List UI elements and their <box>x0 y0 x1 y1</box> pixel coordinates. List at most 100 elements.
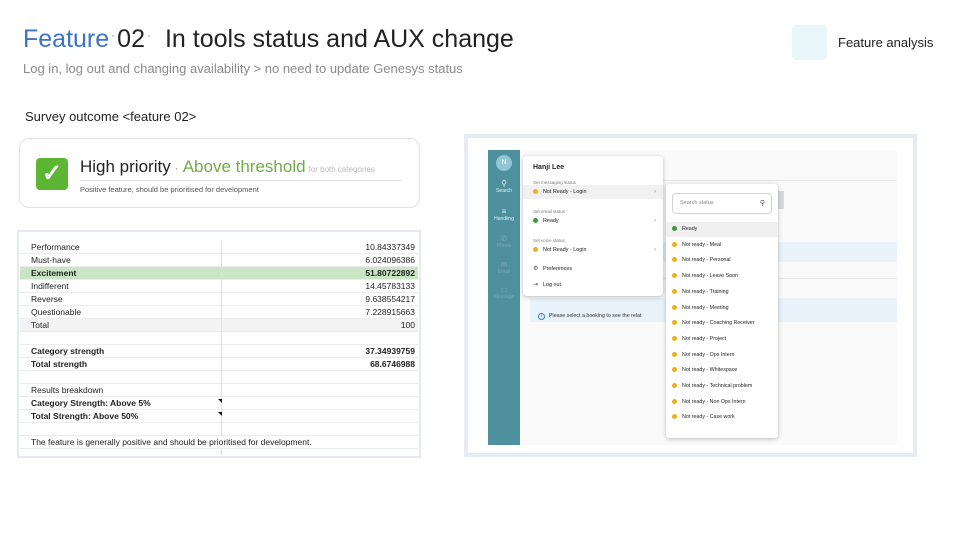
row-label <box>20 423 222 436</box>
status-option[interactable]: Not ready - Technical problem <box>666 379 778 394</box>
status-option-label: Not ready - Personal <box>682 257 731 264</box>
not-ready-dot-icon <box>672 320 677 326</box>
voice-status-item[interactable]: Not Ready - Login › <box>523 243 663 257</box>
user-status-menu: Hanji Lee Set messaging status Not Ready… <box>523 156 663 296</box>
row-label: Total Strength: Above 50% <box>20 410 222 423</box>
status-option-label: Not ready - Training <box>682 288 729 295</box>
cell-comment-marker-icon <box>218 399 222 403</box>
table-row: Reverse 9.638554217 <box>20 293 418 306</box>
page-subtitle: Log in, log out and changing availabilit… <box>23 61 463 76</box>
row-value: 100 <box>400 320 415 330</box>
status-search-placeholder: Search status <box>680 200 714 206</box>
priority-separator: · <box>174 161 179 175</box>
priority-status: Above threshold <box>182 157 306 176</box>
avatar[interactable]: N <box>496 155 512 171</box>
not-ready-dot-icon <box>672 273 677 279</box>
table-row: Performance 10.84337349 <box>20 241 418 254</box>
not-ready-dot-icon <box>672 304 677 310</box>
survey-heading: Survey outcome <feature 02> <box>25 109 197 124</box>
title-text: In tools status and AUX change <box>164 25 514 53</box>
not-ready-dot-icon <box>672 414 677 420</box>
email-status-item[interactable]: Ready › <box>523 214 663 228</box>
row-label: Questionable <box>20 306 222 319</box>
status-option[interactable]: Not ready - Meeting <box>666 301 778 316</box>
status-option-label: Ready <box>682 226 698 232</box>
row-label: Category strength <box>20 345 222 358</box>
table-row: Category Strength: Above 5% <box>20 397 418 410</box>
title-dot: · <box>111 28 116 42</box>
status-option[interactable]: Not ready - Meal <box>666 238 778 253</box>
rail-item-label: Handling <box>494 216 514 222</box>
table-row <box>20 332 418 345</box>
row-value <box>222 410 415 423</box>
rail-item-search[interactable]: ⚲ Search <box>488 179 520 194</box>
messaging-status-value: Not Ready - Login <box>543 189 587 195</box>
status-option-label: Not ready - Case work <box>682 414 735 421</box>
status-option[interactable]: Not ready - Leave Soon <box>666 269 778 284</box>
chevron-right-icon: › <box>654 189 656 195</box>
status-option[interactable]: Not ready - Project <box>666 332 778 347</box>
page-title: Feature · 02 · In tools status and AUX c… <box>23 25 514 54</box>
status-option-label: Not ready - Whitespace <box>682 367 738 374</box>
info-message: Please select a booking to see the relat <box>549 313 642 319</box>
check-mark-icon: ✓ <box>36 158 68 190</box>
ready-dot-icon <box>533 218 538 224</box>
status-option-label: Not ready - Ops Intern <box>682 351 735 358</box>
status-option[interactable]: Not ready - Coaching Receiver <box>666 316 778 331</box>
rail-item-email[interactable]: ✉ Email <box>488 260 520 275</box>
table-row <box>20 371 418 384</box>
row-value <box>222 449 415 455</box>
title-feature-word: Feature <box>23 25 110 53</box>
logout-label: Log out <box>543 282 561 288</box>
logout-item[interactable]: ⇥ Log out <box>523 278 663 292</box>
not-ready-dot-icon <box>672 335 677 341</box>
preferences-label: Preferences <box>543 266 573 272</box>
row-label: Total <box>20 319 222 332</box>
row-value: 51.80722892 <box>365 268 415 278</box>
status-option-label: Not ready - Meal <box>682 241 722 248</box>
row-label <box>20 371 222 384</box>
row-label: Reverse <box>20 293 222 306</box>
rail-item-message[interactable]: ▭ Message <box>488 285 520 300</box>
not-ready-dot-icon <box>533 247 538 253</box>
status-option-label: Not ready - Meeting <box>682 304 729 311</box>
row-value: 68.6746988 <box>370 359 415 369</box>
row-value: 9.638554217 <box>365 294 415 304</box>
status-option[interactable]: Not ready - Non Ops Intern <box>666 395 778 410</box>
status-option[interactable]: Not ready - Case work <box>666 410 778 425</box>
grey-button[interactable] <box>778 191 784 209</box>
cell-comment-marker-icon <box>218 412 222 416</box>
rail-item-label: Phone <box>496 243 512 249</box>
messaging-status-item[interactable]: Not Ready - Login › <box>523 185 663 199</box>
row-value <box>222 332 415 345</box>
status-option[interactable]: Not ready - Personal <box>666 253 778 268</box>
not-ready-dot-icon <box>672 398 677 404</box>
status-option[interactable]: Not ready - Whitespace <box>666 363 778 378</box>
table-row: Total strength 68.6746988 <box>20 358 418 371</box>
status-option[interactable]: Ready <box>666 222 778 237</box>
status-option[interactable]: Not ready - Training <box>666 285 778 300</box>
row-label: Performance <box>20 241 222 254</box>
priority-divider <box>80 180 402 181</box>
status-submenu: Search status ⚲ Ready Not ready - Meal Not … <box>666 184 778 438</box>
table-row: Indifferent 14.45783133 <box>20 280 418 293</box>
row-label: Results breakdown <box>20 384 222 397</box>
table-row: Results breakdown <box>20 384 418 397</box>
rail-item-phone[interactable]: ✆ Phone <box>488 234 520 249</box>
status-search-input[interactable]: Search status ⚲ <box>672 193 772 214</box>
row-label: Category Strength: Above 5% <box>20 397 222 410</box>
table-row: Questionable 7.228915663 <box>20 306 418 319</box>
not-ready-dot-icon <box>672 383 677 389</box>
row-value: 37.34939759 <box>365 346 415 356</box>
priority-qualifier: for both categories <box>308 165 375 174</box>
message-icon: ▭ <box>500 285 508 294</box>
row-value <box>222 371 415 384</box>
not-ready-dot-icon <box>672 288 677 294</box>
status-option[interactable]: Not ready - Ops Intern <box>666 348 778 363</box>
app-screenshot: i Please select a booking to see the rela… <box>488 150 897 445</box>
not-ready-dot-icon <box>672 257 677 263</box>
tag-label: Feature analysis <box>838 35 934 50</box>
rail-item-handling[interactable]: ≡ Handling <box>488 207 520 222</box>
phone-icon: ✆ <box>500 234 508 243</box>
preferences-item[interactable]: ⚙ Preferences <box>523 262 663 276</box>
